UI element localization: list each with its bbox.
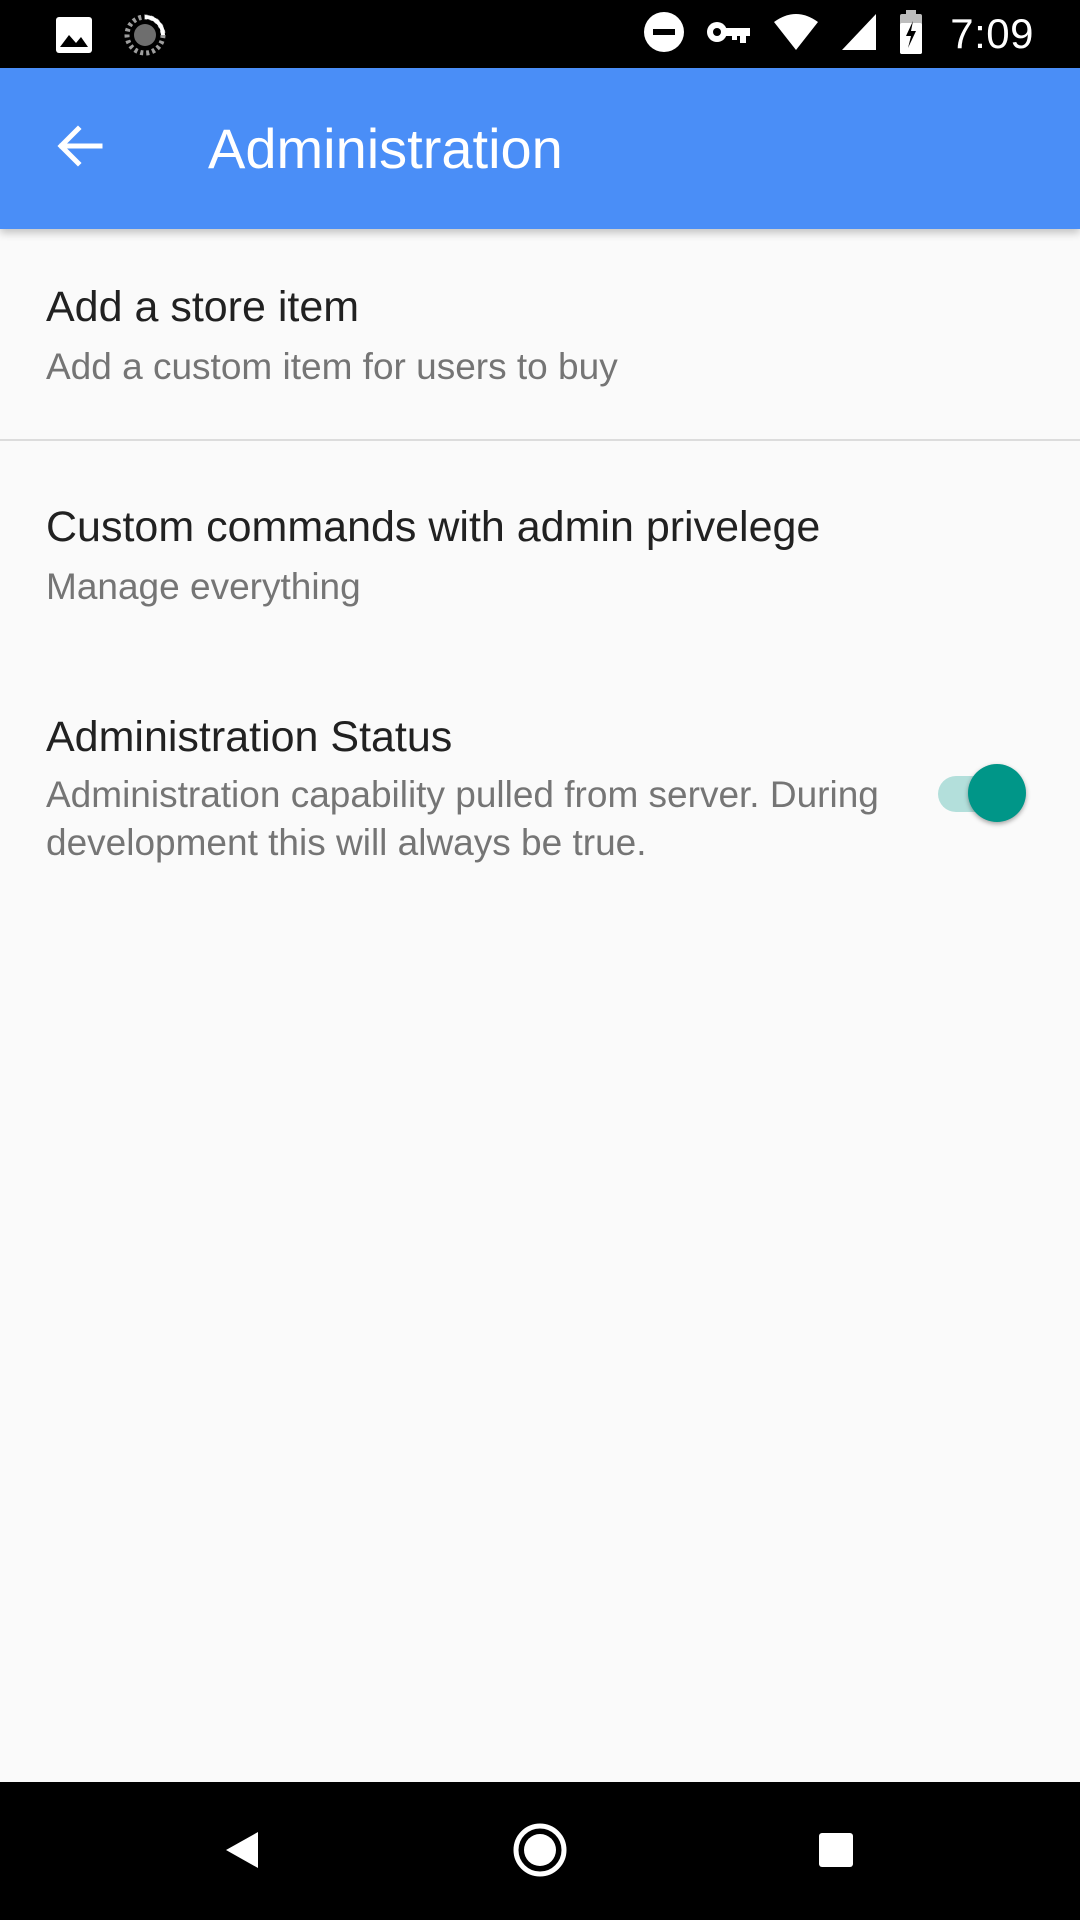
- back-button[interactable]: [40, 108, 120, 188]
- sync-progress-icon: [124, 14, 166, 61]
- screen: 7:09 Administration Add a store item Add…: [0, 0, 1080, 1920]
- page-title: Administration: [208, 117, 563, 180]
- do-not-disturb-icon: [642, 10, 686, 59]
- status-bar: 7:09: [0, 0, 1080, 68]
- arrow-back-icon: [54, 120, 106, 177]
- cell-signal-icon: [840, 12, 878, 57]
- administration-status-switch[interactable]: [928, 759, 1026, 822]
- status-bar-left: [54, 14, 166, 61]
- pref-title: Add a store item: [46, 283, 360, 331]
- status-time: 7:09: [950, 10, 1034, 57]
- switch-thumb: [968, 764, 1026, 822]
- pref-custom-commands[interactable]: Custom commands with admin privelege Man…: [0, 441, 1080, 651]
- pref-administration-status[interactable]: Administration Status Administration cap…: [0, 651, 1080, 871]
- pref-summary: Administration capability pulled from se…: [46, 774, 879, 863]
- nav-recents-button[interactable]: [800, 1816, 872, 1888]
- status-bar-right: 7:09: [642, 8, 1034, 60]
- navigation-bar: [0, 1782, 1080, 1920]
- app-bar: Administration: [0, 68, 1080, 229]
- image-notification-icon: [54, 15, 94, 60]
- preference-list: Add a store item Add a custom item for u…: [0, 229, 1080, 871]
- pref-title: Administration Status: [46, 713, 453, 761]
- wifi-icon: [772, 12, 820, 57]
- pref-title: Custom commands with admin privelege: [46, 503, 821, 551]
- recents-square-icon: [816, 1830, 856, 1875]
- battery-charging-icon: [898, 9, 924, 60]
- vpn-key-icon: [706, 17, 752, 52]
- nav-home-button[interactable]: [504, 1816, 576, 1888]
- home-circle-icon: [512, 1822, 568, 1883]
- pref-add-store-item[interactable]: Add a store item Add a custom item for u…: [0, 229, 1080, 439]
- pref-summary: Manage everything: [46, 566, 361, 607]
- nav-back-button[interactable]: [206, 1816, 278, 1888]
- back-triangle-icon: [220, 1828, 264, 1877]
- pref-summary: Add a custom item for users to buy: [46, 346, 618, 387]
